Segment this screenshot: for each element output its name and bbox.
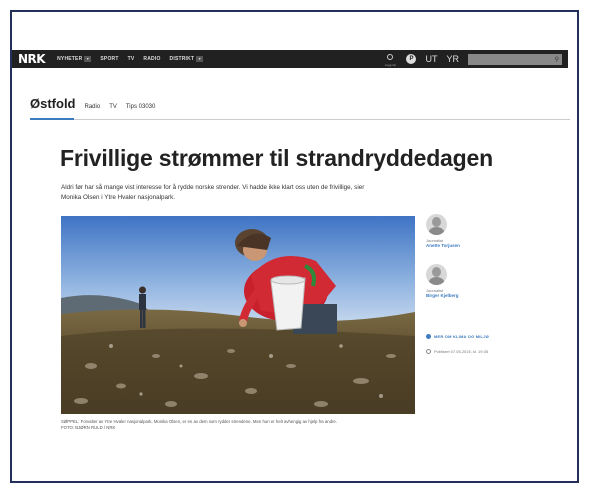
author-avatar[interactable] [426, 264, 447, 285]
nav-item-sport[interactable]: SPORT [100, 56, 118, 62]
article-lead: Aldri før har så mange vist interesse fo… [61, 184, 365, 201]
author-name-link[interactable]: Anette Torjusen [426, 243, 460, 248]
clock-icon [426, 349, 431, 354]
author-avatar[interactable] [426, 214, 447, 235]
ut-link[interactable]: UT [425, 54, 437, 64]
p3-icon[interactable]: P [406, 54, 417, 64]
region-subnav: Østfold Radio TV Tips 03030 [30, 96, 155, 111]
search-icon[interactable]: ⚲ [555, 56, 559, 63]
article-photo[interactable] [61, 216, 415, 414]
arrow-circle-icon [426, 334, 431, 339]
beach-cleanup-photo [61, 216, 415, 414]
nrk-logo[interactable]: NRK [18, 52, 46, 66]
more-topic-link[interactable]: MER OM KLIMA OG MILJØ [426, 334, 489, 339]
photo-caption: SØPPEL: Forvalter av Ytre Hvaler nasjona… [61, 419, 338, 430]
active-region-underline [30, 118, 74, 120]
main-nav: NYHETER ▾ SPORT TV RADIO DISTRIKT ▾ [57, 56, 204, 62]
yr-link[interactable]: YR [446, 54, 459, 64]
subnav-link-tv[interactable]: TV [109, 104, 117, 110]
nav-item-distrikt[interactable]: DISTRIKT ▾ [170, 56, 204, 62]
author-card[interactable]: Journalist Anette Torjusen [426, 214, 460, 248]
nav-item-tv[interactable]: TV [128, 56, 135, 62]
author-name-link[interactable]: Birger Kjelberg [426, 293, 459, 298]
search-input[interactable]: ⚲ [468, 53, 562, 65]
subnav-link-tips[interactable]: Tips 03030 [126, 104, 155, 110]
top-navigation-bar: NRK NYHETER ▾ SPORT TV RADIO DISTRIKT ▾ … [12, 50, 568, 68]
chevron-down-icon[interactable]: ▾ [84, 56, 92, 62]
subnav-divider [30, 119, 570, 120]
region-title[interactable]: Østfold [30, 96, 76, 111]
nav-item-radio[interactable]: RADIO [143, 56, 160, 62]
published-info: Publisert 07.05.2015, kl. 19:35 [426, 349, 488, 354]
user-icon[interactable]: Logg inn [383, 52, 397, 67]
chevron-down-icon[interactable]: ▾ [196, 56, 204, 62]
article-headline: Frivillige strømmer til strandryddedagen [60, 145, 493, 171]
photo-credit: FOTO: BJØRN RULD / NRK [61, 425, 116, 430]
author-card[interactable]: Journalist Birger Kjelberg [426, 264, 459, 298]
top-right-links: Logg inn P UT YR ⚲ [383, 50, 562, 68]
subnav-link-radio[interactable]: Radio [85, 104, 101, 110]
nav-item-nyheter[interactable]: NYHETER ▾ [57, 56, 92, 62]
